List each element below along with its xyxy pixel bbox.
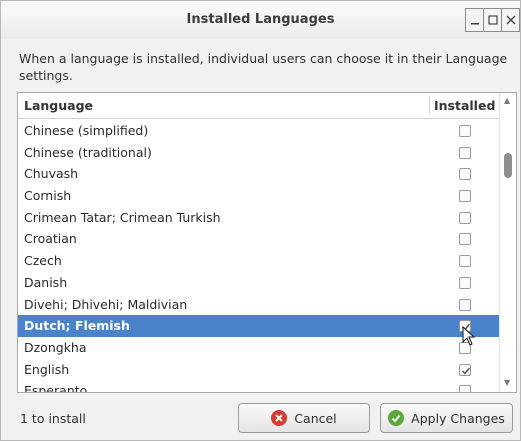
window-title: Installed Languages bbox=[186, 12, 335, 27]
cancel-button-label: Cancel bbox=[294, 410, 337, 426]
language-name: English bbox=[24, 361, 70, 377]
checkmark-icon bbox=[461, 367, 471, 375]
list-item[interactable]: Chuvash bbox=[18, 163, 499, 185]
list-item[interactable]: Croatian bbox=[18, 228, 499, 250]
language-name: Cornish bbox=[24, 188, 72, 204]
language-name: Czech bbox=[24, 253, 62, 269]
installed-checkbox[interactable] bbox=[459, 211, 471, 224]
checkmark-icon bbox=[388, 410, 405, 426]
list-item[interactable]: Cornish bbox=[18, 185, 499, 207]
list-item[interactable]: Crimean Tatar; Crimean Turkish bbox=[18, 207, 499, 229]
list-header: Language Installed bbox=[18, 93, 499, 119]
installed-checkbox[interactable] bbox=[459, 125, 471, 137]
language-name: Danish bbox=[24, 274, 68, 290]
language-name: Dutch; Flemish bbox=[24, 318, 130, 334]
language-name: Chinese (traditional) bbox=[24, 144, 152, 160]
minimize-icon bbox=[470, 23, 479, 25]
list-item[interactable]: English bbox=[18, 359, 499, 381]
installed-checkbox[interactable] bbox=[459, 146, 471, 159]
list-item[interactable]: Esperanto bbox=[18, 380, 499, 393]
installed-checkbox[interactable] bbox=[459, 276, 471, 289]
scrollbar-thumb[interactable] bbox=[504, 153, 512, 178]
language-list[interactable]: Language Installed Chinese (simplified) C… bbox=[17, 92, 517, 393]
list-item[interactable]: Dutch; Flemish bbox=[18, 315, 499, 337]
installed-checkbox[interactable] bbox=[459, 190, 471, 203]
language-name: Esperanto bbox=[24, 383, 88, 393]
maximize-button[interactable] bbox=[484, 9, 502, 31]
installed-languages-dialog: Installed Languages When a language is i… bbox=[0, 0, 521, 441]
list-item[interactable]: Danish bbox=[18, 272, 499, 294]
installed-checkbox[interactable] bbox=[459, 298, 471, 311]
language-name: Chinese (simplified) bbox=[24, 123, 149, 138]
list-item[interactable]: Chinese (simplified) bbox=[18, 120, 499, 142]
list-item[interactable]: Dzongkha bbox=[18, 337, 499, 359]
language-rows: Chinese (simplified) Chinese (traditional… bbox=[18, 120, 499, 393]
column-header-language[interactable]: Language bbox=[24, 98, 93, 113]
title-bar[interactable]: Installed Languages bbox=[1, 1, 520, 39]
language-name: Crimean Tatar; Crimean Turkish bbox=[24, 209, 221, 225]
column-separator bbox=[429, 96, 430, 114]
installed-checkbox[interactable] bbox=[459, 363, 471, 376]
cancel-icon bbox=[271, 410, 288, 426]
list-item[interactable]: Divehi; Dhivehi; Maldivian bbox=[18, 294, 499, 316]
install-count-status: 1 to install bbox=[20, 411, 86, 426]
column-header-installed[interactable]: Installed bbox=[434, 98, 495, 113]
close-button[interactable] bbox=[502, 9, 520, 31]
apply-changes-button[interactable]: Apply Changes bbox=[380, 403, 513, 433]
language-name: Divehi; Dhivehi; Maldivian bbox=[24, 296, 188, 312]
dialog-description: When a language is installed, individual… bbox=[19, 51, 508, 83]
installed-checkbox[interactable] bbox=[459, 233, 471, 246]
minimize-button[interactable] bbox=[466, 9, 484, 31]
close-icon bbox=[506, 15, 515, 25]
window-controls bbox=[465, 8, 520, 32]
scroll-down-arrow-icon[interactable]: ▼ bbox=[504, 378, 510, 387]
dialog-footer: 1 to install Cancel Apply Changes bbox=[1, 400, 520, 440]
scroll-up-arrow-icon[interactable]: ▲ bbox=[504, 96, 510, 105]
apply-changes-button-label: Apply Changes bbox=[411, 410, 505, 426]
language-name: Croatian bbox=[24, 231, 77, 247]
installed-checkbox[interactable] bbox=[459, 385, 471, 392]
installed-checkbox[interactable] bbox=[459, 168, 471, 181]
vertical-scrollbar[interactable]: ▲ ▼ bbox=[499, 93, 516, 392]
installed-checkbox[interactable] bbox=[459, 255, 471, 268]
language-name: Dzongkha bbox=[24, 339, 87, 355]
list-item[interactable]: Czech bbox=[18, 250, 499, 272]
list-item[interactable]: Chinese (traditional) bbox=[18, 142, 499, 164]
mouse-pointer-icon bbox=[462, 326, 476, 346]
language-name: Chuvash bbox=[24, 166, 79, 182]
maximize-icon bbox=[487, 15, 498, 25]
cancel-button[interactable]: Cancel bbox=[238, 403, 370, 433]
